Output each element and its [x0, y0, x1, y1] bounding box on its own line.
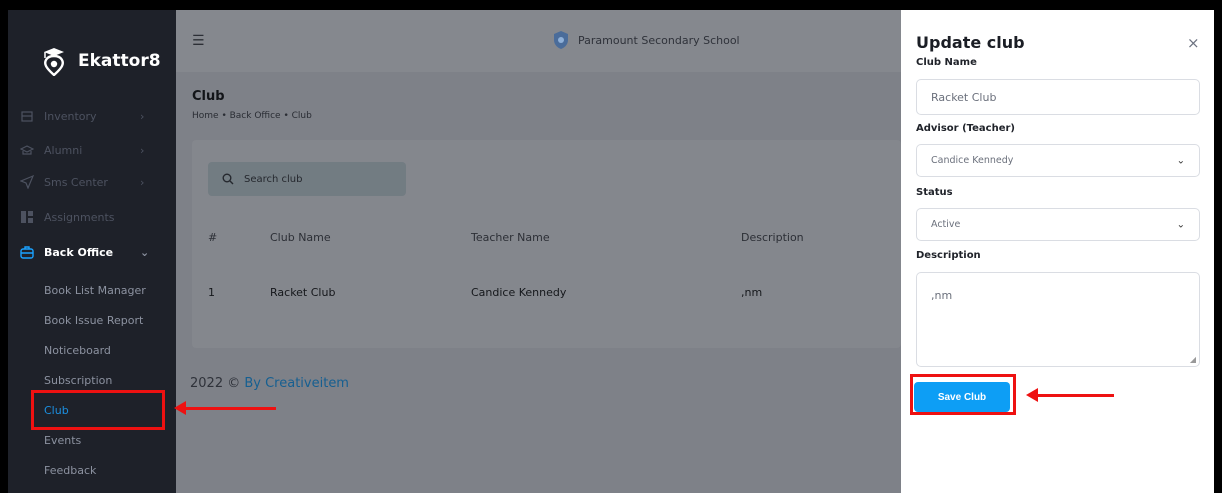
- advisor-label: Advisor (Teacher): [916, 123, 1016, 134]
- chevron-down-icon: ⌄: [1176, 219, 1185, 230]
- table-cell-description: ,nm: [741, 286, 763, 299]
- footer-link[interactable]: By Creativeitem: [244, 376, 349, 391]
- arrow-line: [184, 407, 276, 410]
- sidebar-item-inventory[interactable]: Inventory ›: [8, 101, 176, 131]
- arrow-line: [1036, 394, 1114, 397]
- assignments-icon: [20, 210, 34, 224]
- briefcase-icon: [20, 245, 34, 259]
- sidebar-item-label: Alumni: [44, 143, 83, 157]
- sidebar-subitem-subscription[interactable]: Subscription: [44, 370, 112, 390]
- sidebar-subitem-book-list-manager[interactable]: Book List Manager: [44, 280, 146, 300]
- app-window: Ekattor8 Inventory › Alumni › Sms Center…: [8, 10, 1214, 493]
- school-header: Paramount Secondary School: [552, 30, 740, 50]
- chevron-right-icon: ›: [140, 109, 145, 123]
- send-icon: [19, 174, 35, 190]
- table-cell-club-name: Racket Club: [270, 286, 336, 299]
- inventory-icon: [20, 109, 34, 123]
- school-name: Paramount Secondary School: [578, 33, 740, 47]
- description-textarea[interactable]: ,nm ◢: [916, 272, 1200, 367]
- close-icon[interactable]: ×: [1187, 34, 1200, 52]
- school-logo-icon: [554, 31, 568, 49]
- status-value: Active: [931, 219, 961, 230]
- column-header-number: #: [208, 231, 218, 244]
- alumni-icon: [19, 143, 35, 157]
- sidebar-item-label: Sms Center: [44, 175, 108, 189]
- search-box[interactable]: Search club: [208, 162, 406, 196]
- chevron-down-icon: ⌄: [1176, 155, 1185, 166]
- panel-title: Update club: [916, 33, 1025, 52]
- chevron-down-icon: ⌄: [140, 245, 150, 259]
- table-cell-teacher-name: Candice Kennedy: [471, 286, 567, 299]
- sidebar-subitem-events[interactable]: Events: [44, 430, 81, 450]
- club-table-card: Search club # Club Name Teacher Name Des…: [192, 140, 901, 348]
- club-name-field[interactable]: Racket Club: [916, 79, 1200, 115]
- main-content: ☰ Paramount Secondary School Club Home •…: [176, 10, 901, 493]
- page-title: Club: [192, 89, 225, 104]
- topbar: ☰ Paramount Secondary School: [176, 10, 901, 72]
- highlight-box-save: [910, 374, 1016, 415]
- brand-name: Ekattor8: [78, 51, 161, 71]
- sidebar-subitem-noticeboard[interactable]: Noticeboard: [44, 340, 111, 360]
- club-name-value: Racket Club: [931, 90, 997, 104]
- status-select[interactable]: Active ⌄: [916, 208, 1200, 241]
- search-input[interactable]: Search club: [244, 174, 303, 185]
- logo-icon: [44, 48, 64, 76]
- sidebar-item-back-office[interactable]: Back Office ⌄: [8, 237, 176, 267]
- sidebar-item-sms-center[interactable]: Sms Center ›: [8, 167, 176, 197]
- chevron-right-icon: ›: [140, 175, 145, 189]
- advisor-select[interactable]: Candice Kennedy ⌄: [916, 144, 1200, 177]
- sidebar-item-label: Inventory: [44, 109, 97, 123]
- brand[interactable]: Ekattor8: [40, 44, 161, 78]
- column-header-description: Description: [741, 231, 804, 244]
- club-name-label: Club Name: [916, 57, 977, 68]
- sidebar-subitem-book-issue-report[interactable]: Book Issue Report: [44, 310, 143, 330]
- chevron-right-icon: ›: [140, 143, 145, 157]
- footer: 2022 © By Creativeitem: [190, 376, 349, 391]
- sidebar-item-label: Assignments: [44, 210, 115, 224]
- sidebar-item-label: Back Office: [44, 245, 114, 259]
- column-header-club-name: Club Name: [270, 231, 331, 244]
- highlight-box-club: [31, 390, 165, 430]
- hamburger-icon[interactable]: ☰: [192, 33, 205, 49]
- sidebar-item-alumni[interactable]: Alumni ›: [8, 135, 176, 165]
- sidebar-subitem-feedback[interactable]: Feedback: [44, 460, 96, 480]
- footer-year: 2022 ©: [190, 376, 241, 391]
- breadcrumb: Home • Back Office • Club: [192, 111, 312, 121]
- description-label: Description: [916, 250, 981, 261]
- description-value: ,nm: [931, 289, 953, 302]
- search-icon: [222, 173, 234, 185]
- update-club-panel: Update club × Club Name Racket Club Advi…: [901, 10, 1214, 493]
- status-label: Status: [916, 187, 953, 198]
- table-cell-number: 1: [208, 286, 215, 299]
- sidebar-item-assignments[interactable]: Assignments: [8, 202, 176, 232]
- resize-handle-icon[interactable]: ◢: [1190, 355, 1196, 364]
- advisor-value: Candice Kennedy: [931, 155, 1014, 166]
- column-header-teacher-name: Teacher Name: [471, 231, 550, 244]
